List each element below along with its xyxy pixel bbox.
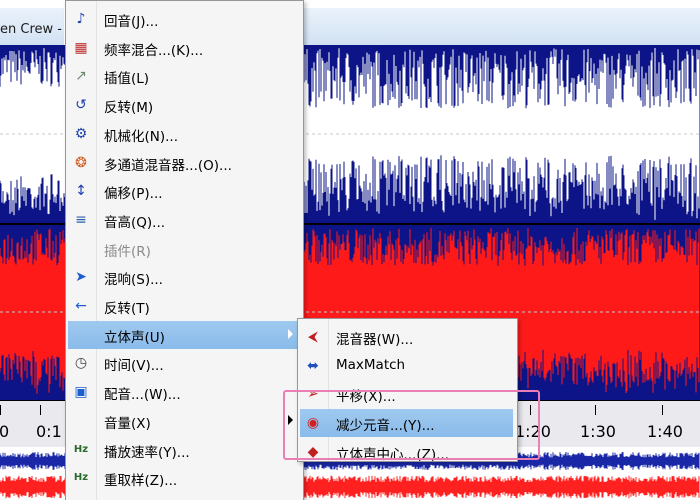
menu-item-label: 插件(R): [104, 243, 151, 260]
menu-item-s-9[interactable]: ➤ 混响(S)...: [68, 263, 299, 291]
resample-icon: Hz: [73, 472, 89, 484]
dubbing-icon: ▣: [74, 384, 88, 401]
menu-item-z-16[interactable]: Hz 重取样(Z)...: [68, 464, 299, 492]
reverb-icon: ➤: [75, 269, 87, 286]
menu-item-q-7[interactable]: ≡ 音高(Q)...: [68, 206, 299, 234]
menu-item-label: 偏移(P)...: [104, 186, 163, 203]
menu-item-y-15[interactable]: Hz 播放速率(Y)...: [68, 436, 299, 464]
menu-item-label: 插值(L): [104, 71, 150, 88]
interpolate-icon: ↗: [75, 68, 87, 85]
mixer-icon: ⮜: [308, 329, 318, 345]
menu-item-v-12[interactable]: ◷ 时间(V)...: [68, 349, 299, 377]
menu-item-label: 配音...(W)...: [104, 387, 181, 404]
menu-item-m-3[interactable]: ↺ 反转(M): [68, 91, 299, 119]
ruler-label: 1:40: [647, 422, 683, 441]
ruler-label: 0:1: [36, 422, 62, 441]
menu-item-r-8: 插件(R): [68, 235, 299, 263]
menu-item-label: 反转(M): [104, 100, 154, 117]
menu-item-label: 音高(Q)...: [104, 214, 166, 231]
pitch-icon: ≡: [75, 211, 87, 228]
menu-item-u-11[interactable]: 立体声(U): [68, 320, 299, 349]
menu-item-maxmatch-1[interactable]: ⬌ MaxMatch: [300, 352, 513, 380]
menu-item-t-10[interactable]: ← 反转(T): [68, 292, 299, 320]
menu-item-label: 频率混合...(K)...: [104, 42, 204, 59]
menu-item-o-5[interactable]: ❂ 多通道混音器...(O)...: [68, 149, 299, 177]
menu-item-j-0[interactable]: ♪ 回音(J)...: [68, 5, 299, 33]
menu-item-label: 反转(T): [104, 301, 150, 317]
offset-icon: ↕: [75, 183, 87, 200]
menu-item-w-13[interactable]: ▣ 配音...(W)...: [68, 378, 299, 406]
ruler-tick: [662, 405, 663, 415]
menu-item-label: 混响(S)...: [104, 272, 163, 289]
menu-item-w-0[interactable]: ⮜ 混音器(W)...: [300, 323, 513, 351]
menu-item-l-2[interactable]: ↗ 插值(L): [68, 62, 299, 90]
menu-item-label: 回音(J)...: [104, 14, 159, 30]
menu-item-label: 音量(X): [104, 415, 151, 432]
menu-item-label: 播放速率(Y)...: [104, 444, 190, 461]
menu-item-label: 立体声(U): [104, 329, 165, 346]
ruler-tick: [0, 405, 1, 415]
mechanize-icon: ⚙: [74, 125, 88, 142]
menu-item-x-14[interactable]: 音量(X): [68, 407, 299, 435]
window-title: en Crew -: [0, 22, 62, 37]
reverse-icon: ←: [75, 298, 87, 314]
menu-item-label: MaxMatch: [336, 356, 406, 373]
menu-item-label: 时间(V)...: [104, 358, 164, 375]
menu-item-p-6[interactable]: ↕ 偏移(P)...: [68, 177, 299, 205]
submenu-arrow-icon: [288, 328, 293, 339]
effects-menu: ♪ 回音(J)... ▦ 频率混合...(K)... ↗ 插值(L) ↺ 反转(M) ⚙ 机械化(…: [65, 0, 304, 500]
menu-item-k-1[interactable]: ▦ 频率混合...(K)...: [68, 34, 299, 62]
title-bar: en Crew -: [0, 8, 64, 49]
menu-item-n-4[interactable]: ⚙ 机械化(N)...: [68, 120, 299, 148]
playback-rate-icon: Hz: [73, 443, 89, 455]
ruler-label: 1:30: [580, 422, 616, 441]
menu-item-label: 机械化(N)...: [104, 128, 179, 145]
title-bar-right: [302, 8, 700, 49]
menu-item-label: 混音器(W)...: [336, 332, 414, 348]
echo-icon: ♪: [76, 11, 86, 27]
ruler-label: 0: [0, 422, 10, 441]
maxmatch-icon: ⬌: [307, 357, 319, 374]
ruler-tick: [595, 405, 596, 415]
invert-icon: ↺: [75, 97, 87, 114]
audio-editor-window: en Crew - 0 0:1 1:20 1:30 1:40 ♪ 回音(J)...…: [0, 0, 700, 500]
menu-item-label: 多通道混音器...(O)...: [104, 157, 232, 174]
annotation-highlight-box: [283, 390, 540, 460]
multichannel-mixer-icon: ❂: [75, 154, 87, 171]
clock-icon: ◷: [74, 355, 88, 372]
frequency-mix-icon: ▦: [74, 39, 88, 56]
menu-item-label: 重取样(Z)...: [104, 473, 178, 490]
ruler-tick: [40, 405, 41, 415]
